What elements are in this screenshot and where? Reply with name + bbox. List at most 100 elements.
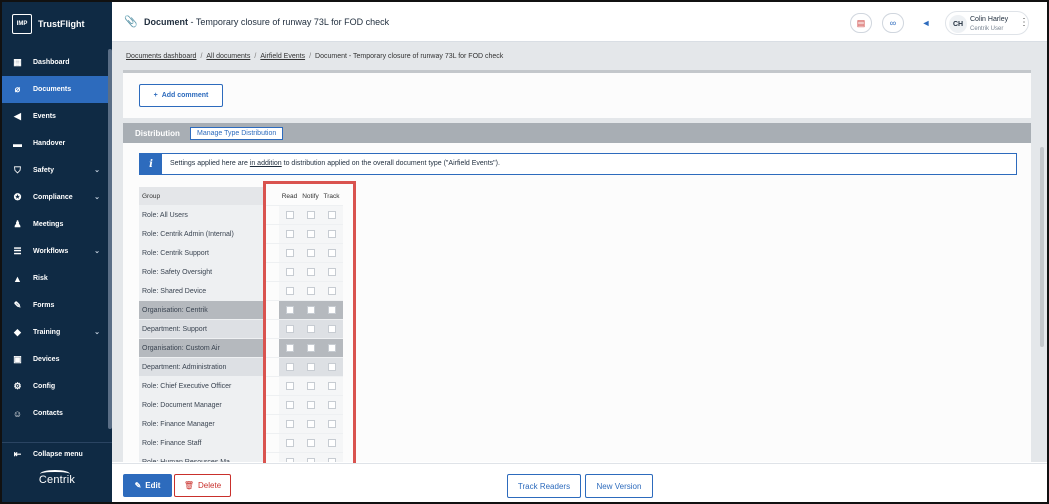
trash-icon: 🗑 bbox=[183, 481, 195, 490]
sidebar-item-documents[interactable]: ⌀ Documents bbox=[2, 76, 112, 103]
notify-checkbox[interactable] bbox=[306, 382, 315, 390]
distribution-grid: Group Read Notify Track Role: All Users R… bbox=[139, 187, 343, 462]
row-checkboxes bbox=[279, 415, 343, 433]
track-checkbox[interactable] bbox=[327, 211, 336, 219]
read-checkbox[interactable] bbox=[285, 287, 294, 295]
devices-icon: ▣ bbox=[13, 354, 22, 364]
read-checkbox[interactable] bbox=[285, 363, 294, 371]
kebab-menu-icon[interactable]: ⋮ bbox=[1019, 17, 1029, 28]
read-checkbox[interactable] bbox=[285, 382, 294, 390]
read-checkbox[interactable] bbox=[285, 211, 294, 219]
read-checkbox[interactable] bbox=[285, 420, 294, 428]
read-checkbox[interactable] bbox=[285, 306, 294, 314]
megaphone-icon: ◀ bbox=[14, 111, 21, 121]
chevron-down-icon[interactable]: ⌄ bbox=[94, 247, 100, 255]
read-checkbox[interactable] bbox=[285, 325, 294, 333]
delete-button[interactable]: 🗑 Delete bbox=[174, 474, 231, 497]
page-title: Document - Temporary closure of runway 7… bbox=[144, 17, 389, 27]
track-checkbox[interactable] bbox=[327, 458, 336, 462]
track-checkbox[interactable] bbox=[327, 363, 336, 371]
read-checkbox[interactable] bbox=[285, 439, 294, 447]
read-checkbox[interactable] bbox=[285, 344, 294, 352]
breadcrumb-airfield-events[interactable]: Airfield Events bbox=[260, 53, 305, 60]
row-checkboxes bbox=[279, 320, 343, 338]
notify-checkbox[interactable] bbox=[306, 458, 315, 462]
brand[interactable]: IMP TrustFlight bbox=[12, 12, 85, 36]
track-checkbox[interactable] bbox=[327, 325, 336, 333]
chevron-down-icon[interactable]: ⌄ bbox=[94, 166, 100, 174]
sidebar-item-dashboard[interactable]: ▦ Dashboard bbox=[2, 49, 112, 76]
chevron-down-icon[interactable]: ⌄ bbox=[94, 328, 100, 336]
track-checkbox[interactable] bbox=[327, 420, 336, 428]
column-read: Read bbox=[281, 192, 298, 200]
row-checkboxes bbox=[279, 206, 343, 224]
notify-checkbox[interactable] bbox=[306, 230, 315, 238]
top-header: 📎 Document - Temporary closure of runway… bbox=[112, 2, 1047, 42]
cell-read bbox=[279, 206, 300, 224]
track-checkbox[interactable] bbox=[327, 439, 336, 447]
sidebar-item-meetings[interactable]: ♟ Meetings bbox=[2, 211, 112, 238]
collapse-menu-button[interactable]: ⇤ Collapse menu bbox=[2, 442, 112, 466]
track-checkbox[interactable] bbox=[327, 401, 336, 409]
track-checkbox[interactable] bbox=[327, 382, 336, 390]
notify-checkbox[interactable] bbox=[306, 211, 315, 219]
track-readers-button[interactable]: Track Readers bbox=[507, 474, 581, 498]
new-version-button[interactable]: New Version bbox=[585, 474, 653, 498]
track-checkbox[interactable] bbox=[327, 287, 336, 295]
read-checkbox[interactable] bbox=[285, 230, 294, 238]
track-checkbox[interactable] bbox=[327, 230, 336, 238]
track-checkbox[interactable] bbox=[327, 344, 336, 352]
sidebar-item-forms[interactable]: ✎ Forms bbox=[2, 292, 112, 319]
read-checkbox[interactable] bbox=[285, 249, 294, 257]
sidebar-item-label: Training bbox=[33, 329, 61, 336]
notify-checkbox[interactable] bbox=[306, 287, 315, 295]
breadcrumb-all-documents[interactable]: All documents bbox=[206, 53, 250, 60]
sidebar-item-risk[interactable]: ▲ Risk bbox=[2, 265, 112, 292]
notify-checkbox[interactable] bbox=[306, 268, 315, 276]
track-checkbox[interactable] bbox=[327, 249, 336, 257]
header-cols: Read Notify Track bbox=[279, 187, 343, 205]
user-menu[interactable]: CH Colin Harley Centrik User ⋮ bbox=[945, 11, 1029, 35]
sidebar-item-config[interactable]: ⚙ Config bbox=[2, 373, 112, 400]
notify-checkbox[interactable] bbox=[306, 325, 315, 333]
main-scrollbar[interactable] bbox=[1040, 147, 1044, 347]
notify-checkbox[interactable] bbox=[306, 249, 315, 257]
track-checkbox[interactable] bbox=[327, 268, 336, 276]
announce-button[interactable]: ◄ bbox=[915, 13, 937, 33]
link-button[interactable]: ∞ bbox=[882, 13, 904, 33]
add-comment-button[interactable]: + Add comment bbox=[139, 84, 223, 107]
sidebar-item-devices[interactable]: ▣ Devices bbox=[2, 346, 112, 373]
notify-checkbox[interactable] bbox=[306, 401, 315, 409]
shield-icon: ⛉ bbox=[14, 165, 21, 175]
chevron-down-icon[interactable]: ⌄ bbox=[94, 193, 100, 201]
edit-button[interactable]: ✎ Edit bbox=[123, 474, 172, 497]
cell-read bbox=[279, 282, 300, 300]
notify-checkbox[interactable] bbox=[306, 344, 315, 352]
sidebar-item-workflows[interactable]: ☰ Workflows ⌄ bbox=[2, 238, 112, 265]
notify-checkbox[interactable] bbox=[306, 420, 315, 428]
notify-checkbox[interactable] bbox=[306, 439, 315, 447]
notify-checkbox[interactable] bbox=[306, 363, 315, 371]
cell-notify bbox=[300, 377, 321, 395]
sidebar-item-handover[interactable]: ▬ Handover bbox=[2, 130, 112, 157]
sidebar-item-training[interactable]: ◆ Training ⌄ bbox=[2, 319, 112, 346]
sidebar-item-label: Config bbox=[33, 383, 56, 390]
pdf-button[interactable]: ▤ bbox=[850, 13, 872, 33]
sidebar-item-events[interactable]: ◀ Events bbox=[2, 103, 112, 130]
notify-checkbox[interactable] bbox=[306, 306, 315, 314]
cell-track bbox=[321, 339, 342, 357]
group-name: Role: Document Manager bbox=[139, 396, 263, 414]
read-checkbox[interactable] bbox=[285, 458, 294, 462]
manage-type-distribution-button[interactable]: Manage Type Distribution bbox=[190, 127, 284, 140]
breadcrumb-sep: / bbox=[200, 53, 203, 60]
breadcrumb-documents-dashboard[interactable]: Documents dashboard bbox=[126, 53, 196, 60]
track-checkbox[interactable] bbox=[327, 306, 336, 314]
sidebar-item-safety[interactable]: ⛉ Safety ⌄ bbox=[2, 157, 112, 184]
sidebar-item-contacts[interactable]: ☺ Contacts bbox=[2, 400, 112, 427]
cell-track bbox=[321, 434, 342, 452]
read-checkbox[interactable] bbox=[285, 401, 294, 409]
row-checkboxes bbox=[279, 396, 343, 414]
edit-icon: ✎ bbox=[134, 481, 142, 490]
sidebar-item-compliance[interactable]: ✪ Compliance ⌄ bbox=[2, 184, 112, 211]
read-checkbox[interactable] bbox=[285, 268, 294, 276]
